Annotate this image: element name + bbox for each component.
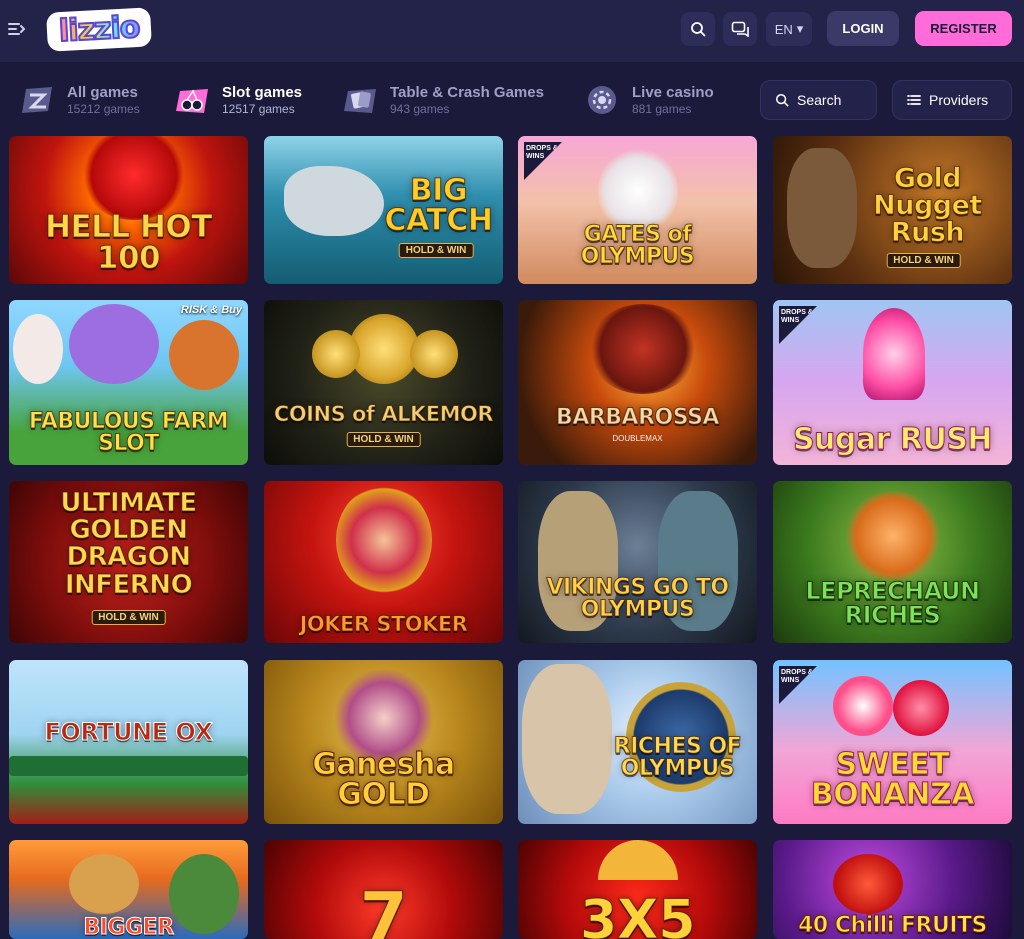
search-label: Search (797, 92, 842, 108)
game-tile[interactable]: LEPRECHAUN RICHES (773, 481, 1012, 643)
game-tile[interactable]: RISK & Buy FABULOUS FARM SLOT (9, 300, 248, 465)
providers-button[interactable]: Providers (892, 80, 1012, 120)
search-icon (691, 22, 706, 37)
game-tile[interactable]: ULTIMATE GOLDEN DRAGON INFERNO HOLD & WI… (9, 481, 248, 643)
game-tile[interactable]: 3X5 (518, 840, 757, 939)
language-label: EN (774, 21, 793, 37)
game-tile[interactable]: Gold Nugget Rush HOLD & WIN (773, 136, 1012, 284)
list-icon (907, 95, 921, 105)
game-title: ULTIMATE GOLDEN DRAGON INFERNO (60, 487, 198, 600)
game-title: 3X5 (579, 888, 696, 939)
game-title: JOKER STOKER (299, 612, 468, 636)
game-tile[interactable]: BARBAROSSA DOUBLEMAX (518, 300, 757, 465)
top-header: lizzio EN ▾ LOGIN REGISTER (0, 0, 1024, 62)
game-title: HELL HOT 100 (45, 209, 213, 276)
risk-buy-tag: RISK & Buy (180, 304, 242, 316)
game-title: FORTUNE OX (44, 718, 213, 746)
chat-icon-button[interactable] (723, 12, 757, 46)
cherry-icon (172, 82, 212, 118)
game-title: 40 Chilli FRUITS (798, 913, 988, 938)
category-live-casino[interactable]: Live casino 881 games (582, 80, 714, 120)
game-title: SWEET BONANZA (810, 747, 975, 812)
game-title: FABULOUS FARM SLOT (28, 409, 229, 456)
game-title: COINS of ALKEMOR (273, 402, 494, 426)
drops-wins-badge: DROPS & WINS (779, 666, 817, 704)
game-title: BARBAROSSA (556, 405, 720, 430)
game-title: Sugar RUSH (792, 422, 993, 457)
game-title: BIG CATCH (384, 173, 494, 238)
providers-label: Providers (929, 92, 989, 108)
game-tile[interactable]: VIKINGS GO TO OLYMPUS (518, 481, 757, 643)
register-button[interactable]: REGISTER (915, 11, 1012, 46)
game-subtitle: HOLD & WIN (346, 432, 421, 447)
game-tile[interactable]: JOKER STOKER (264, 481, 503, 643)
game-title: GATES of OLYMPUS (580, 222, 695, 269)
chevron-down-icon: ▾ (796, 21, 804, 36)
logo-text: lizzio (52, 8, 146, 49)
category-table-crash-games[interactable]: Table & Crash Games 943 games (340, 80, 544, 120)
game-subtitle: DOUBLEMAX (612, 434, 663, 443)
game-tile[interactable]: COINS of ALKEMOR HOLD & WIN (264, 300, 503, 465)
game-title: VIKINGS GO TO OLYMPUS (546, 575, 730, 622)
game-tile[interactable]: RICHES OF OLYMPUS (518, 660, 757, 824)
category-all-games[interactable]: All games 15212 games (17, 80, 140, 120)
game-tile[interactable]: Ganesha GOLD (264, 660, 503, 824)
game-tile[interactable]: HELL HOT 100 (9, 136, 248, 284)
chat-icon (731, 21, 749, 37)
game-tile[interactable]: DROPS & WINS Sugar RUSH (773, 300, 1012, 465)
category-bar: All games 15212 games Slot games 12517 gam… (0, 62, 1024, 136)
game-tile[interactable]: DROPS & WINS GATES of OLYMPUS (518, 136, 757, 284)
game-subtitle: HOLD & WIN (886, 253, 961, 268)
drops-wins-badge: DROPS & WINS (524, 142, 562, 180)
game-title: RICHES OF OLYMPUS (613, 734, 742, 781)
sidebar-toggle-icon[interactable] (7, 19, 27, 39)
game-tile[interactable]: BIGGER (9, 840, 248, 939)
login-button[interactable]: LOGIN (827, 11, 899, 46)
game-tile[interactable]: DROPS & WINS SWEET BONANZA (773, 660, 1012, 824)
site-logo[interactable]: lizzio (46, 6, 153, 52)
game-title: Ganesha GOLD (312, 747, 456, 812)
game-tile[interactable]: 7 (264, 840, 503, 939)
game-tile[interactable]: 40 Chilli FRUITS (773, 840, 1012, 939)
game-subtitle: HOLD & WIN (398, 243, 474, 258)
search-icon-button[interactable] (681, 12, 715, 46)
category-slot-games[interactable]: Slot games 12517 games (172, 80, 302, 120)
game-title: LEPRECHAUN RICHES (805, 577, 981, 629)
game-title: 7 (359, 877, 409, 939)
search-icon (775, 93, 789, 107)
game-tile[interactable]: BIG CATCH HOLD & WIN (264, 136, 503, 284)
game-title: BIGGER (83, 915, 175, 939)
all-games-icon (17, 82, 57, 118)
cards-icon (340, 82, 380, 118)
game-title: Gold Nugget Rush (873, 163, 983, 248)
language-selector[interactable]: EN ▾ (766, 12, 812, 46)
games-search-button[interactable]: Search (760, 80, 877, 120)
drops-wins-badge: DROPS & WINS (779, 306, 817, 344)
game-subtitle: HOLD & WIN (91, 610, 166, 625)
chip-icon (582, 82, 622, 118)
game-tile[interactable]: FORTUNE OX (9, 660, 248, 824)
